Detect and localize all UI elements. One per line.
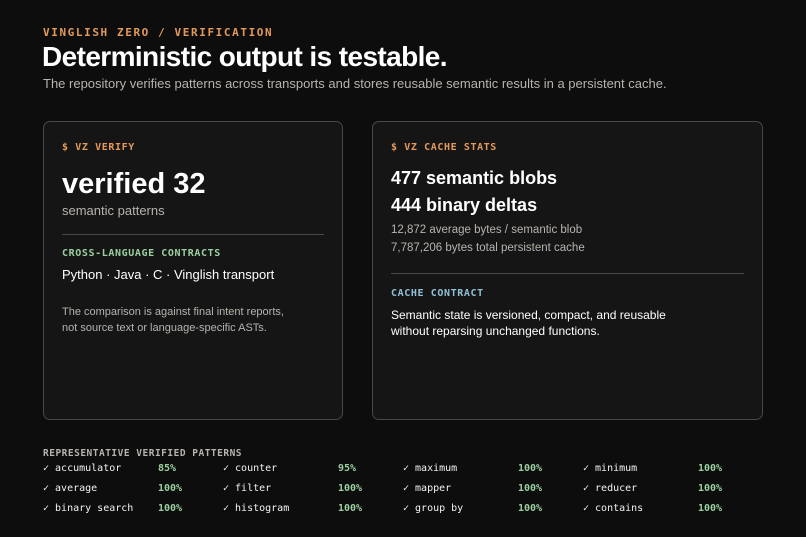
pattern-name: ✓ maximum bbox=[403, 463, 458, 474]
pattern-name: ✓ filter bbox=[223, 483, 272, 494]
cache-contract-line2: without reparsing unchanged functions. bbox=[391, 324, 600, 338]
average-bytes-stat: 12,872 average bytes / semantic blob bbox=[391, 224, 583, 236]
pattern-name: ✓ histogram bbox=[223, 503, 290, 514]
pattern-name: ✓ minimum bbox=[583, 463, 638, 474]
cache-command-label: $ VZ CACHE STATS bbox=[391, 142, 497, 153]
comparison-note: The comparison is against final intent r… bbox=[62, 304, 284, 336]
pattern-item: ✓ reducer 100% bbox=[583, 483, 722, 494]
pattern-score: 100% bbox=[698, 503, 723, 514]
pattern-name: ✓ reducer bbox=[583, 483, 638, 494]
page-subtitle: The repository verifies patterns across … bbox=[43, 76, 667, 91]
pattern-item: ✓ accumulator 85% bbox=[43, 463, 176, 474]
pattern-score: 100% bbox=[698, 463, 723, 474]
pattern-item: ✓ contains 100% bbox=[583, 503, 722, 514]
comparison-note-line1: The comparison is against final intent r… bbox=[62, 306, 284, 318]
pattern-score: 100% bbox=[518, 483, 543, 494]
language-list: Python · Java · C · Vinglish transport bbox=[62, 267, 275, 282]
binary-deltas-stat: 444 binary deltas bbox=[391, 195, 538, 215]
pattern-name: ✓ binary search bbox=[43, 503, 134, 514]
pattern-score: 100% bbox=[158, 483, 183, 494]
comparison-note-line2: not source text or language-specific AST… bbox=[62, 322, 267, 334]
pattern-score: 100% bbox=[338, 503, 363, 514]
pattern-item: ✓ average 100% bbox=[43, 483, 182, 494]
pattern-name: ✓ counter bbox=[223, 463, 278, 474]
cache-contract-line1: Semantic state is versioned, compact, an… bbox=[391, 308, 666, 322]
card-divider bbox=[62, 234, 324, 235]
cache-contract-label: CACHE CONTRACT bbox=[391, 288, 484, 299]
verified-count: verified 32 bbox=[62, 168, 206, 200]
patterns-heading: REPRESENTATIVE VERIFIED PATTERNS bbox=[43, 448, 243, 459]
pattern-score: 100% bbox=[158, 503, 183, 514]
pattern-name: ✓ average bbox=[43, 483, 98, 494]
cache-contract-text: Semantic state is versioned, compact, an… bbox=[391, 307, 666, 339]
pattern-score: 85% bbox=[158, 463, 177, 474]
pattern-score: 100% bbox=[698, 483, 723, 494]
verify-card: $ VZ VERIFY verified 32 semantic pattern… bbox=[43, 121, 343, 420]
verified-count-caption: semantic patterns bbox=[62, 203, 165, 218]
eyebrow-label: VINGLISH ZERO / VERIFICATION bbox=[43, 26, 274, 39]
pattern-item: ✓ histogram 100% bbox=[223, 503, 362, 514]
pattern-item: ✓ binary search 100% bbox=[43, 503, 182, 514]
contracts-label: CROSS-LANGUAGE CONTRACTS bbox=[62, 248, 221, 259]
pattern-item: ✓ group by 100% bbox=[403, 503, 542, 514]
pattern-item: ✓ minimum 100% bbox=[583, 463, 722, 474]
pattern-name: ✓ mapper bbox=[403, 483, 452, 494]
pattern-name: ✓ contains bbox=[583, 503, 644, 514]
card-divider bbox=[391, 273, 744, 274]
pattern-score: 100% bbox=[518, 463, 543, 474]
total-bytes-stat: 7,787,206 bytes total persistent cache bbox=[391, 242, 585, 254]
semantic-blobs-stat: 477 semantic blobs bbox=[391, 168, 558, 188]
cache-card: $ VZ CACHE STATS 477 semantic blobs 444 … bbox=[372, 121, 763, 420]
pattern-item: ✓ maximum 100% bbox=[403, 463, 542, 474]
pattern-score: 95% bbox=[338, 463, 357, 474]
verify-command-label: $ VZ VERIFY bbox=[62, 142, 135, 153]
pattern-name: ✓ accumulator bbox=[43, 463, 122, 474]
pattern-name: ✓ group by bbox=[403, 503, 464, 514]
pattern-item: ✓ filter 100% bbox=[223, 483, 362, 494]
pattern-score: 100% bbox=[338, 483, 363, 494]
pattern-score: 100% bbox=[518, 503, 543, 514]
page-title: Deterministic output is testable. bbox=[42, 41, 448, 72]
pattern-item: ✓ mapper 100% bbox=[403, 483, 542, 494]
pattern-item: ✓ counter 95% bbox=[223, 463, 356, 474]
